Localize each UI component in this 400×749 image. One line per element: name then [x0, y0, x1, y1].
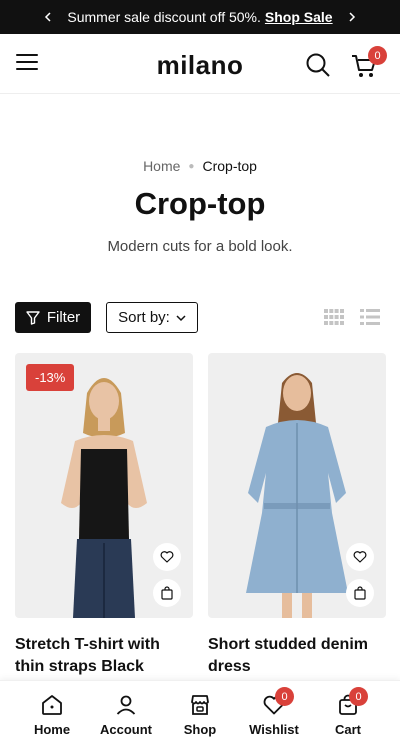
search-button[interactable]: [305, 52, 331, 78]
cart-count-badge: 0: [349, 687, 368, 706]
quick-add-button[interactable]: [153, 579, 181, 607]
product-card[interactable]: -13% Stretch T-shirt with thin straps Bl…: [15, 353, 193, 678]
nav-home[interactable]: Home: [17, 693, 87, 737]
search-icon: [306, 53, 330, 77]
quick-add-button[interactable]: [346, 579, 374, 607]
sort-dropdown[interactable]: Sort by:: [106, 302, 198, 333]
cart-count-badge: 0: [368, 46, 387, 65]
nav-wishlist-label: Wishlist: [249, 722, 299, 737]
heart-icon: [160, 551, 174, 563]
nav-account-label: Account: [100, 722, 152, 737]
bag-icon: [354, 586, 366, 600]
next-announcement-button[interactable]: [340, 0, 364, 34]
home-icon: [42, 695, 62, 715]
nav-shop[interactable]: Shop: [165, 693, 235, 737]
product-image[interactable]: [208, 353, 386, 618]
shop-sale-link[interactable]: Shop Sale: [265, 9, 333, 25]
page-title: Crop-top: [134, 186, 266, 221]
bottom-navigation: Home Account Shop 0 Wishlist 0 Cart: [0, 680, 400, 749]
product-name[interactable]: Stretch T-shirt with thin straps Black: [15, 634, 193, 678]
breadcrumb-separator: ●: [188, 160, 195, 172]
breadcrumb: Home ● Crop-top: [0, 158, 400, 174]
page-subtitle: Modern cuts for a bold look.: [107, 238, 293, 255]
grid-icon: [324, 309, 344, 325]
discount-badge: -13%: [26, 364, 75, 391]
list-icon: [360, 309, 380, 325]
nav-wishlist[interactable]: 0 Wishlist: [239, 687, 309, 737]
filter-label: Filter: [46, 309, 81, 326]
chevron-down-icon: [176, 314, 186, 321]
nav-shop-label: Shop: [183, 722, 217, 737]
shop-icon: [191, 695, 209, 715]
logo[interactable]: milano: [0, 50, 400, 81]
list-view-button[interactable]: [360, 309, 380, 325]
announcement-bar: Summer sale discount off 50%. Shop Sale: [0, 0, 400, 34]
bag-icon: [161, 586, 173, 600]
wishlist-count-badge: 0: [275, 687, 294, 706]
filter-icon: [26, 310, 40, 325]
product-name[interactable]: Short studded denim dress: [208, 634, 386, 678]
grid-view-button[interactable]: [324, 309, 344, 325]
add-to-wishlist-button[interactable]: [346, 543, 374, 571]
add-to-wishlist-button[interactable]: [153, 543, 181, 571]
breadcrumb-current: Crop-top: [202, 158, 257, 174]
announcement-text: Summer sale discount off 50%.: [67, 9, 261, 25]
product-image[interactable]: -13%: [15, 353, 193, 618]
nav-cart-label: Cart: [334, 722, 361, 737]
chevron-left-icon: [44, 12, 51, 22]
site-header: milano 0: [0, 34, 400, 94]
nav-home-label: Home: [33, 722, 71, 737]
product-card[interactable]: Short studded denim dress: [208, 353, 386, 678]
sort-label: Sort by:: [118, 309, 170, 326]
header-cart-button[interactable]: 0: [350, 46, 387, 80]
user-icon: [116, 695, 136, 715]
prev-announcement-button[interactable]: [36, 0, 60, 34]
nav-cart[interactable]: 0 Cart: [313, 687, 383, 737]
chevron-right-icon: [349, 12, 356, 22]
breadcrumb-home-link[interactable]: Home: [143, 158, 180, 174]
heart-icon: [353, 551, 367, 563]
filter-button[interactable]: Filter: [15, 302, 91, 333]
nav-account[interactable]: Account: [91, 693, 161, 737]
